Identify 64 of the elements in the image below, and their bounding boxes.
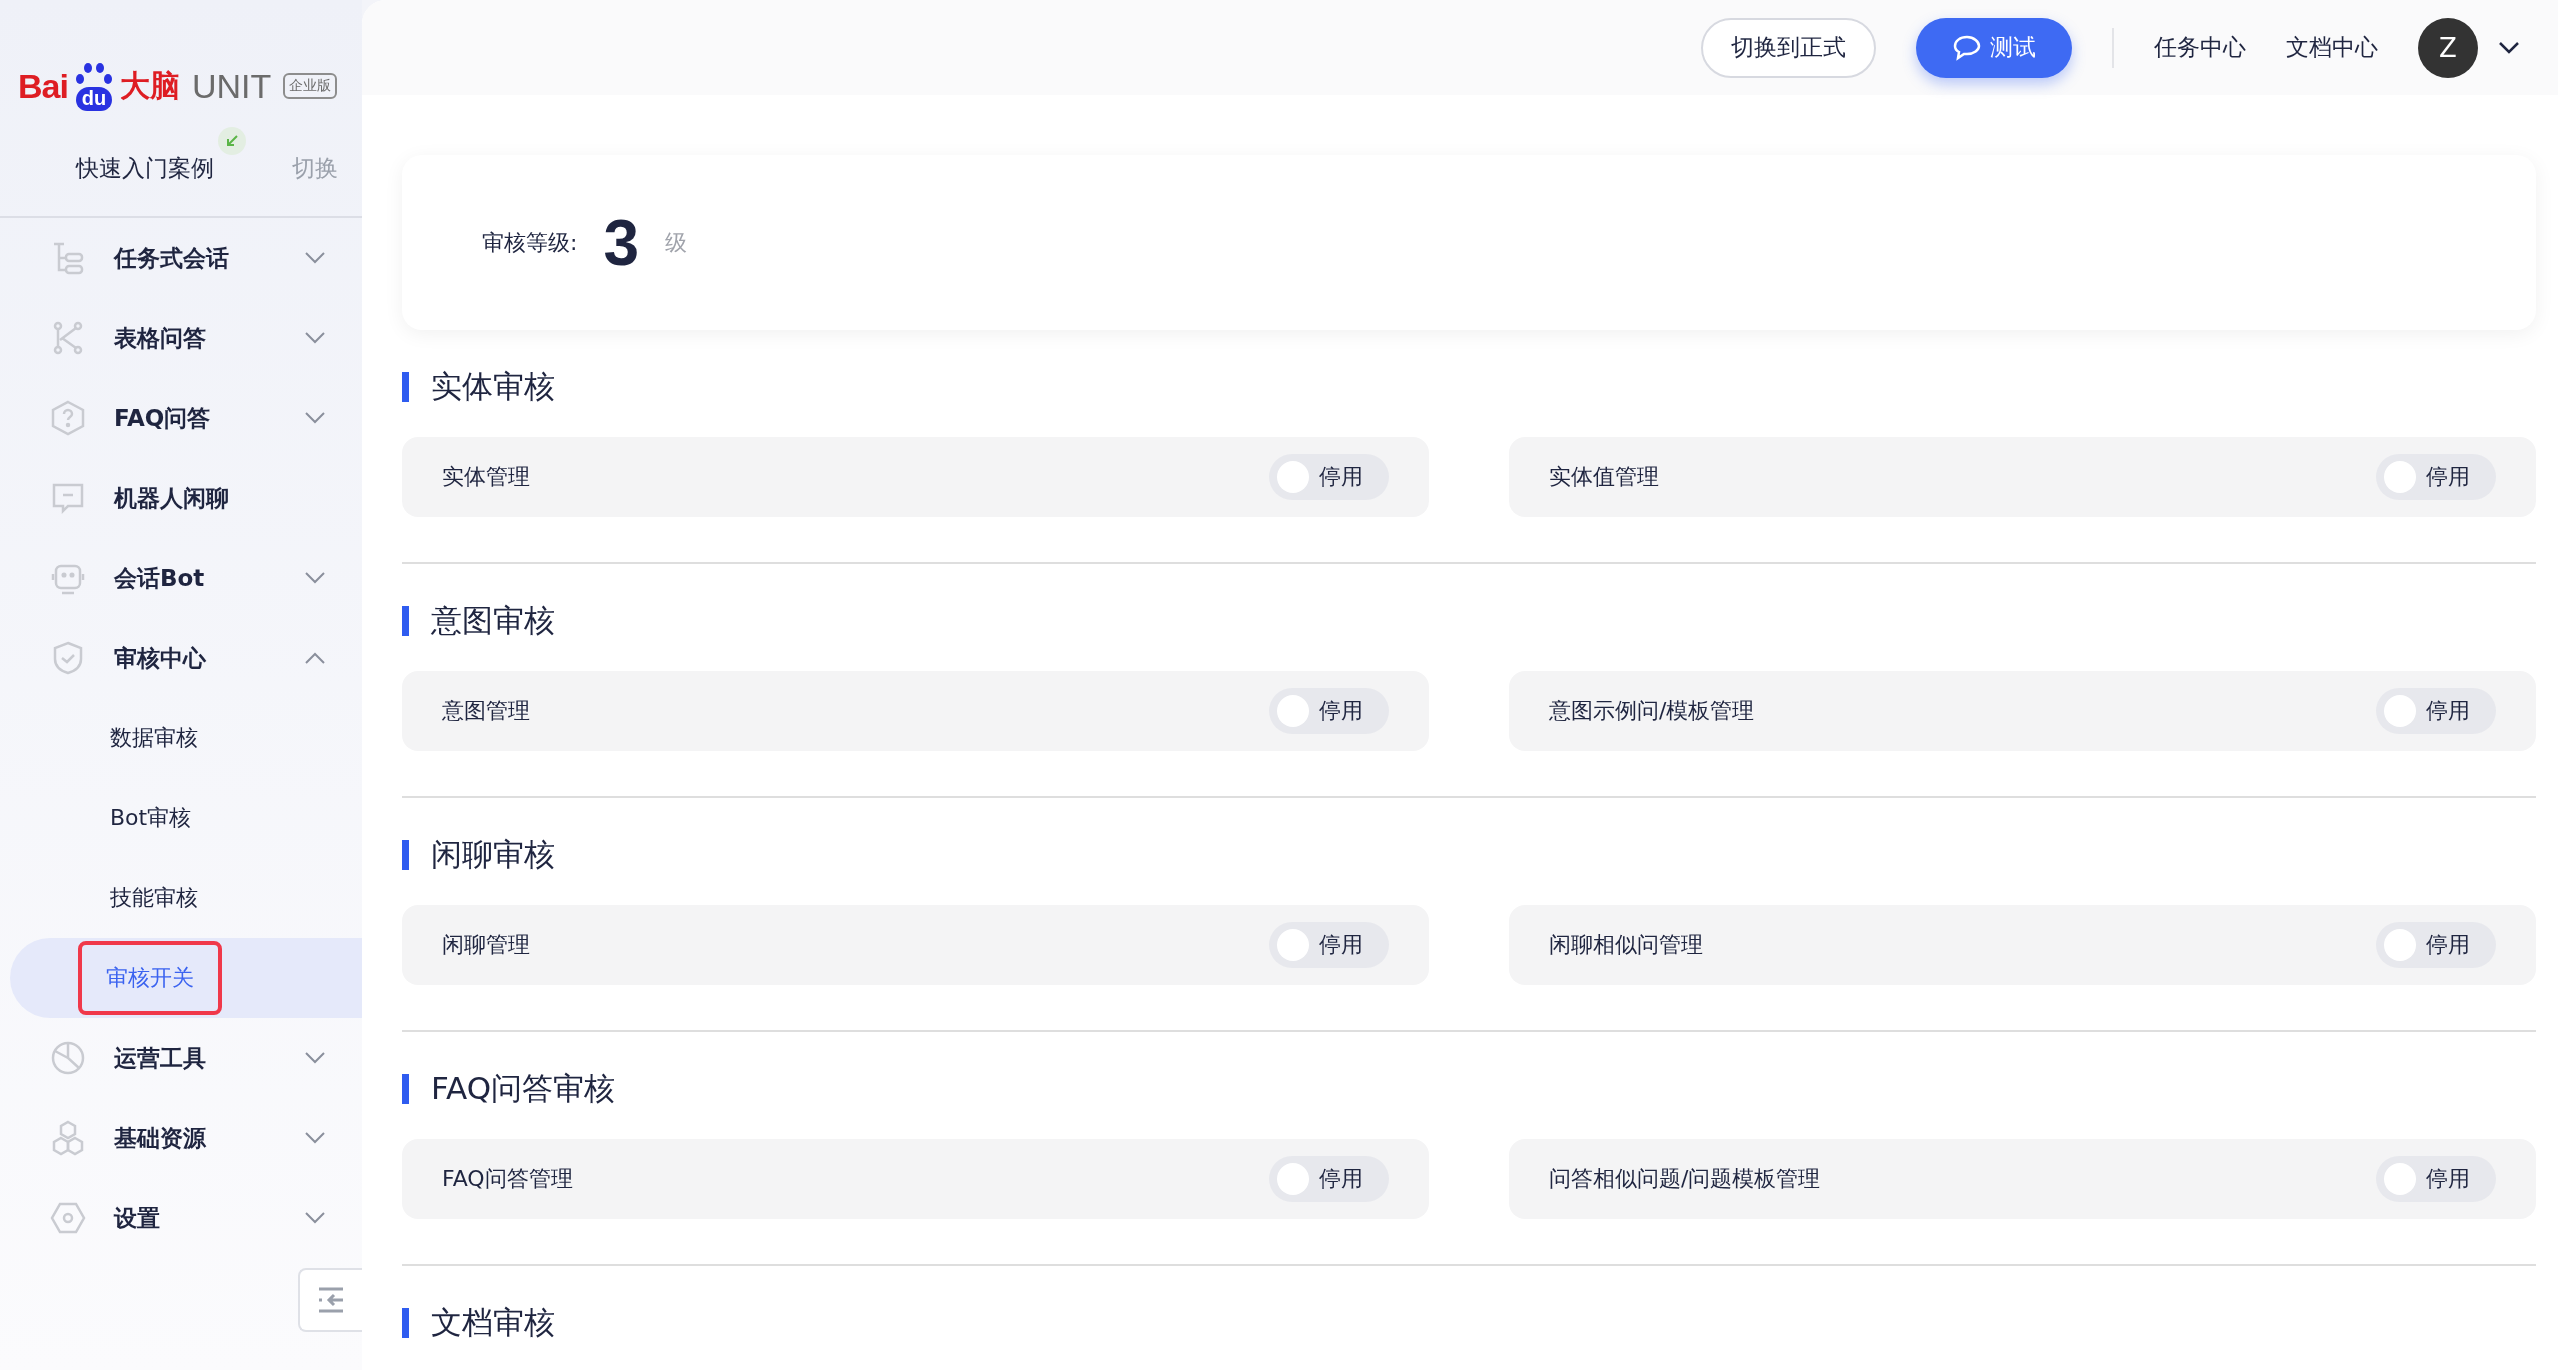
question-icon <box>50 400 86 436</box>
section-title: 实体审核 <box>431 367 555 406</box>
setting-label: 意图管理 <box>442 697 530 725</box>
nav-item[interactable]: 审核中心 <box>0 618 362 698</box>
chevron-up-icon[interactable] <box>304 651 326 665</box>
section-title: FAQ问答审核 <box>431 1069 616 1108</box>
nav-item[interactable]: 机器人闲聊 <box>0 458 362 538</box>
section-marker <box>402 606 409 636</box>
header-link[interactable]: 文档中心 <box>2286 32 2378 63</box>
nav-item[interactable]: 会话Bot <box>0 538 362 618</box>
level-unit: 级 <box>665 228 687 257</box>
toggle-switch[interactable]: 停用 <box>2376 454 2496 500</box>
toggle-switch[interactable]: 停用 <box>1269 454 1389 500</box>
toggle-switch[interactable]: 停用 <box>2376 922 2496 968</box>
nav-item[interactable]: 任务式会话 <box>0 218 362 298</box>
section-marker <box>402 840 409 870</box>
toggle-switch[interactable]: 停用 <box>1269 922 1389 968</box>
chevron-down-icon[interactable] <box>2498 40 2520 55</box>
test-button[interactable]: 测试 <box>1916 17 2072 78</box>
section-marker <box>402 1074 409 1104</box>
collapse-icon <box>317 1287 345 1313</box>
nav-item[interactable]: 设置 <box>0 1178 362 1258</box>
edition-tag: 企业版 <box>283 73 338 99</box>
nav-item[interactable]: 运营工具 <box>0 1018 362 1098</box>
nav-item[interactable]: 基础资源 <box>0 1098 362 1178</box>
arrow-badge-icon <box>218 126 246 155</box>
toggle-switch[interactable]: 停用 <box>2376 688 2496 734</box>
level-label: 审核等级: <box>482 228 578 257</box>
nav-item[interactable]: FAQ问答 <box>0 378 362 458</box>
setting-label: 闲聊管理 <box>442 931 530 959</box>
logo-text: 大脑 <box>119 66 180 105</box>
pie-chart-icon <box>50 1040 86 1076</box>
sub-nav-item[interactable]: 技能审核 <box>10 858 362 938</box>
setting-label: 实体值管理 <box>1549 463 1659 491</box>
toggle-switch[interactable]: 停用 <box>1269 688 1389 734</box>
nav-item[interactable]: 表格问答 <box>0 298 362 378</box>
section-title: 文档审核 <box>431 1303 555 1342</box>
setting-label: FAQ问答管理 <box>442 1165 573 1193</box>
hexagons-icon <box>50 1120 86 1156</box>
user-avatar[interactable]: Z <box>2418 17 2478 78</box>
nav-item-selected[interactable]: 审核开关 <box>10 938 362 1018</box>
logo-text: du <box>75 87 113 111</box>
sub-nav-item[interactable]: 数据审核 <box>10 698 362 778</box>
project-name: 快速入门案例 <box>76 152 214 184</box>
section-marker <box>402 372 409 402</box>
logo-text: Bai <box>18 66 68 106</box>
collapse-button[interactable] <box>298 1268 362 1332</box>
section-title: 意图审核 <box>431 601 555 640</box>
paw-icon <box>73 61 114 87</box>
setting-label: 意图示例问/模板管理 <box>1549 697 1755 725</box>
sub-nav-item[interactable]: Bot审核 <box>10 778 362 858</box>
header-link[interactable]: 任务中心 <box>2154 32 2246 63</box>
level-value: 3 <box>603 205 639 280</box>
setting-label: 问答相似问题/问题模板管理 <box>1549 1165 1821 1193</box>
section-marker <box>402 1308 409 1338</box>
settings-icon <box>50 1200 86 1236</box>
section-title: 闲聊审核 <box>431 835 555 874</box>
setting-label: 实体管理 <box>442 463 530 491</box>
product-name: UNIT <box>191 66 272 106</box>
setting-label: 闲聊相似问管理 <box>1549 931 1703 959</box>
toggle-switch[interactable]: 停用 <box>2376 1156 2496 1202</box>
chat-bubble-icon <box>1952 33 1982 62</box>
toggle-switch[interactable]: 停用 <box>1269 1156 1389 1202</box>
switch-mode-button[interactable]: 切换到正式 <box>1701 17 1876 78</box>
